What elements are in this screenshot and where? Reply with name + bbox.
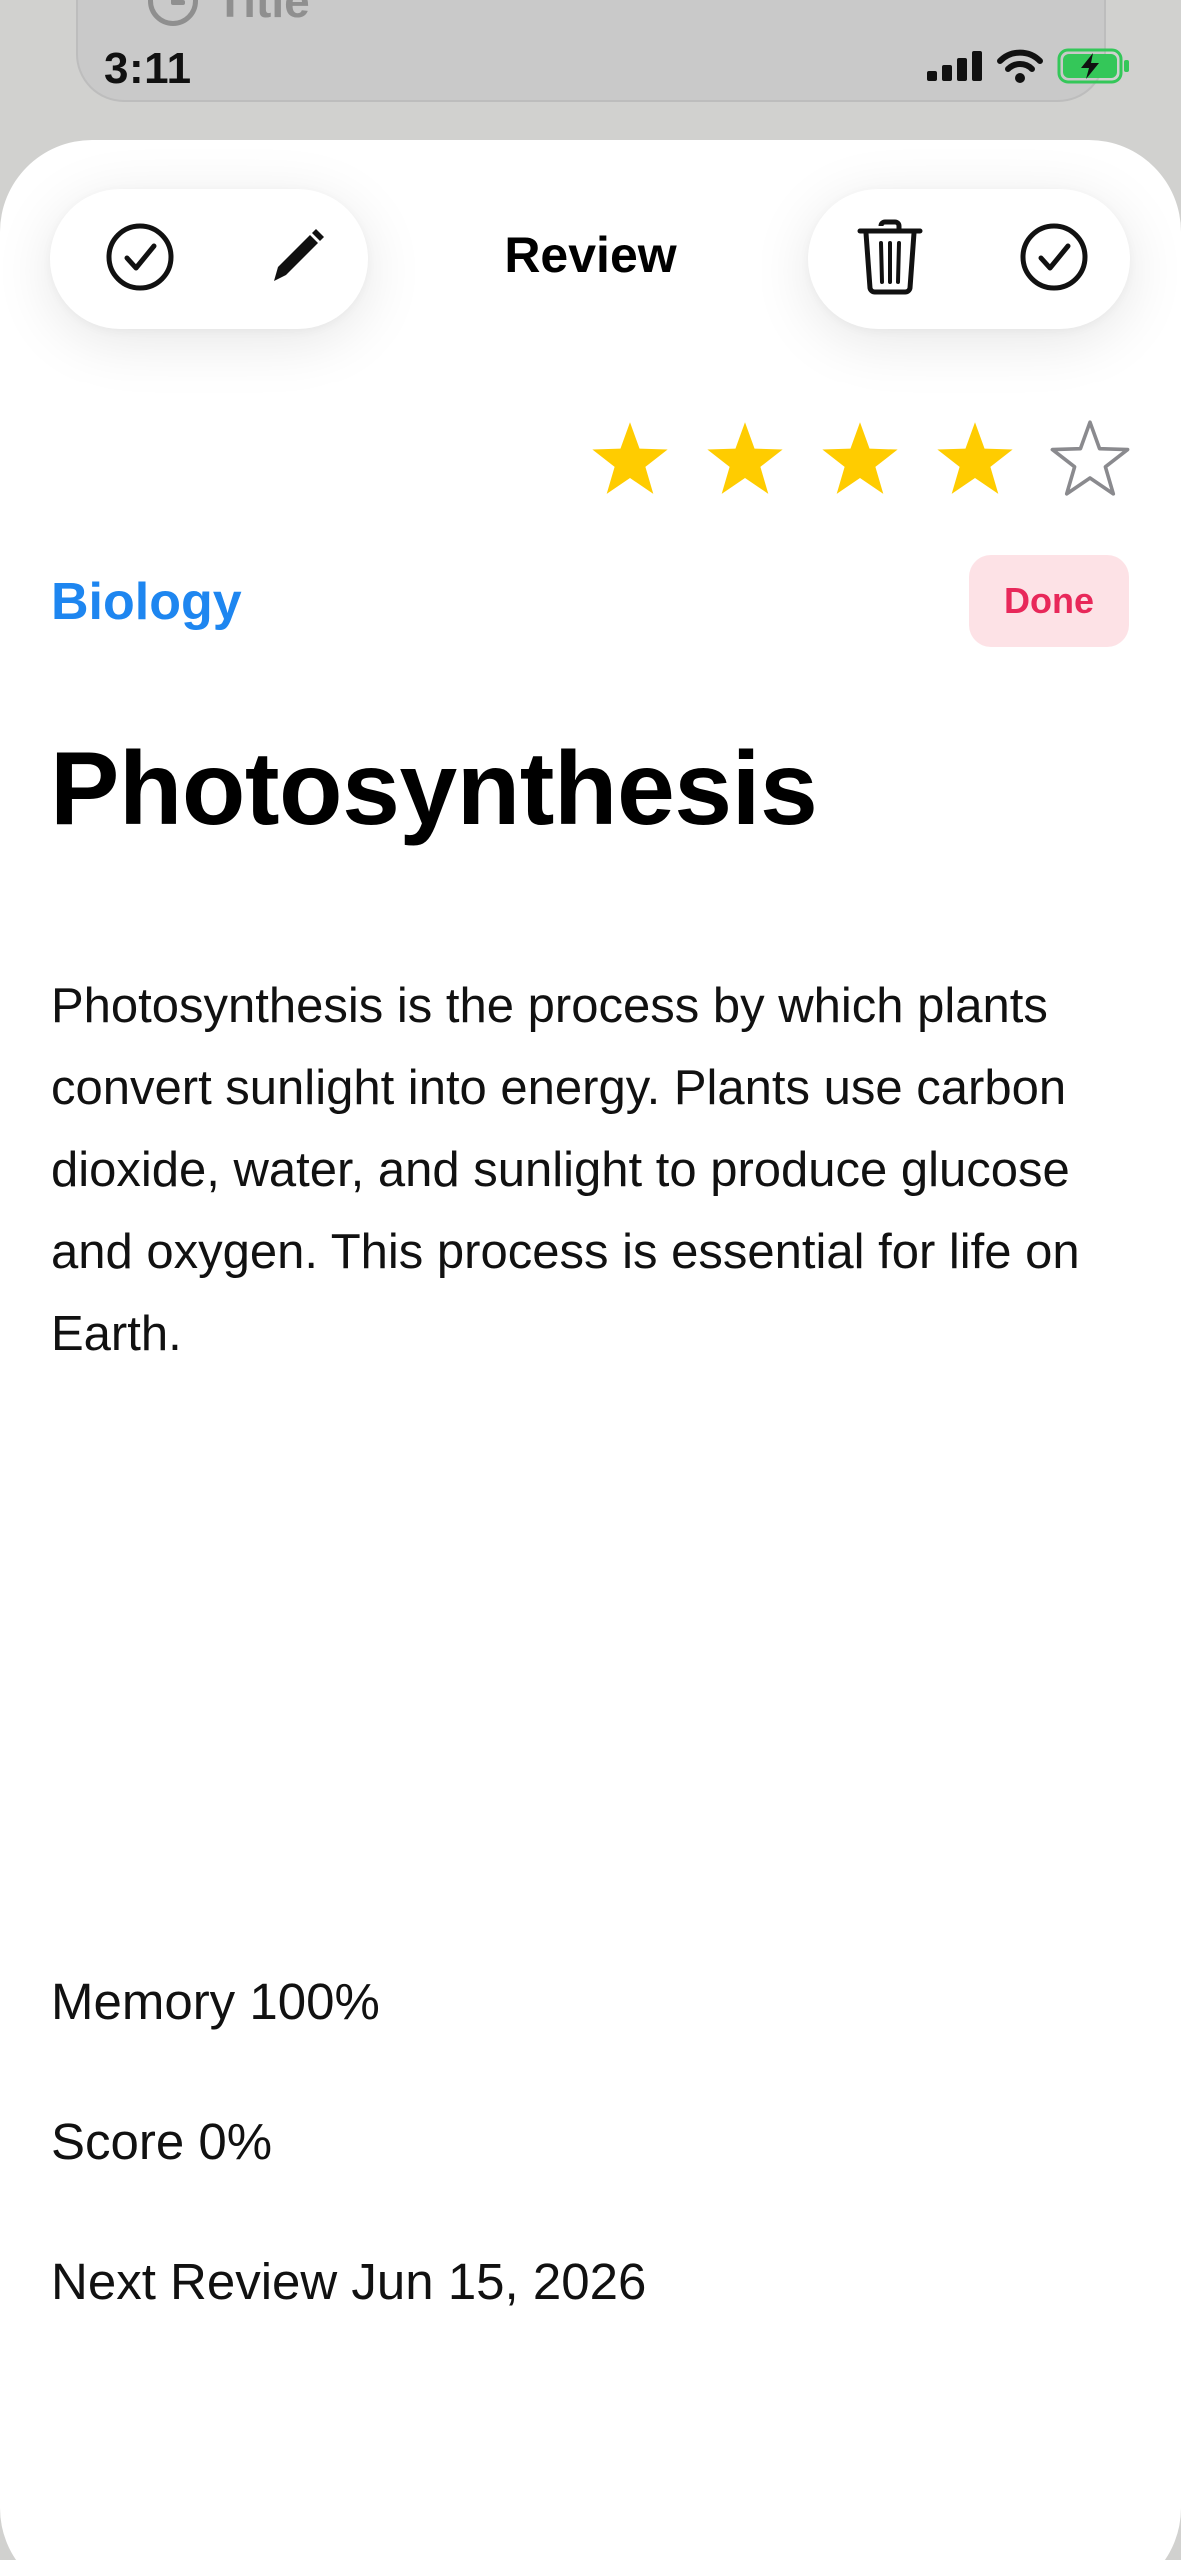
status-time: 3:11 xyxy=(104,44,192,93)
confirm-button[interactable] xyxy=(984,189,1124,329)
toolbar-right-group xyxy=(808,189,1130,329)
trash-icon xyxy=(857,218,923,301)
star-filled-icon[interactable] xyxy=(580,410,680,510)
category-label[interactable]: Biology xyxy=(51,572,242,632)
status-icons xyxy=(927,48,1131,89)
memory-stat: Memory 100% xyxy=(51,1973,380,2030)
status-badge[interactable]: Done xyxy=(969,555,1129,647)
delete-button[interactable] xyxy=(820,189,960,329)
cellular-signal-icon xyxy=(927,51,983,86)
next-review-stat: Next Review Jun 15, 2026 xyxy=(51,2253,647,2310)
wifi-icon xyxy=(997,49,1043,88)
background-sheet-title: Title xyxy=(216,0,310,27)
star-filled-icon[interactable] xyxy=(925,410,1025,510)
clock-icon xyxy=(148,0,198,26)
card-title: Photosynthesis xyxy=(50,731,818,847)
card-body: Photosynthesis is the process by which p… xyxy=(51,979,1080,1361)
background-sheet-header: Title xyxy=(148,0,310,28)
battery-charging-icon xyxy=(1057,48,1131,89)
review-sheet: Review Biology Done Photosynthesis Photo… xyxy=(0,140,1181,2560)
star-filled-icon[interactable] xyxy=(695,410,795,510)
score-stat: Score 0% xyxy=(51,2113,273,2170)
star-rating xyxy=(580,410,1140,510)
checkmark-circle-icon xyxy=(1018,221,1090,298)
star-filled-icon[interactable] xyxy=(810,410,910,510)
star-empty-icon[interactable] xyxy=(1040,410,1140,510)
